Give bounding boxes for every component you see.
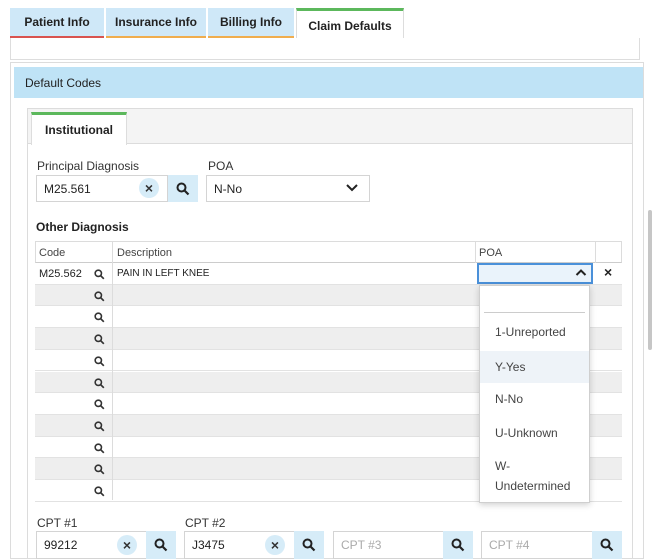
search-cpt2-button[interactable] [294, 531, 324, 559]
poa-option-no[interactable]: N-No [480, 386, 589, 412]
column-divider [112, 241, 113, 500]
search-cpt4-button[interactable] [592, 531, 622, 559]
poa-dropdown-menu: 1-Unreported Y-Yes N-No U-Unknown W- Und… [479, 285, 590, 503]
tab-institutional[interactable]: Institutional [31, 112, 127, 145]
option-label: Y-Yes [495, 360, 526, 374]
search-icon [94, 421, 105, 432]
cpt1-value: 99212 [44, 538, 78, 552]
row-code-search-button[interactable] [94, 267, 105, 285]
page-scrollbar[interactable] [648, 210, 652, 350]
poa-option-yes[interactable]: Y-Yes [480, 351, 589, 383]
search-icon [94, 464, 105, 475]
search-icon [94, 291, 105, 302]
poa-option-unknown[interactable]: U-Unknown [480, 420, 589, 446]
principal-poa-value: N-No [214, 181, 243, 196]
clear-cpt2-button[interactable]: × [265, 535, 285, 555]
header-code: Code [39, 247, 66, 259]
row-code-search-button[interactable] [94, 484, 105, 502]
poa-label: POA [208, 159, 234, 173]
clear-principal-button[interactable]: × [139, 178, 159, 198]
chevron-down-icon [346, 184, 358, 192]
section-title: Default Codes [25, 75, 102, 90]
search-icon [94, 269, 105, 280]
search-cpt3-button[interactable] [443, 531, 473, 559]
cpt4-placeholder: CPT #4 [489, 538, 530, 552]
column-divider [475, 241, 476, 263]
search-cpt1-button[interactable] [146, 531, 176, 559]
search-principal-button[interactable] [168, 175, 198, 202]
search-icon [451, 538, 465, 552]
search-icon [94, 312, 105, 323]
option-label: N-No [495, 392, 524, 406]
tab-content-frame [10, 38, 640, 60]
other-diagnosis-title: Other Diagnosis [36, 220, 129, 234]
search-icon [94, 486, 105, 497]
search-icon [94, 334, 105, 345]
row-code-search-button[interactable] [94, 397, 105, 415]
row-code: M25.562 [39, 268, 82, 280]
principal-diagnosis-value: M25.561 [44, 181, 91, 196]
search-icon [94, 442, 105, 454]
row-code-search-button[interactable] [94, 376, 105, 394]
option-label: 1-Unreported [495, 325, 566, 339]
search-icon [302, 538, 316, 552]
section-header: Default Codes [14, 67, 643, 98]
column-divider [595, 241, 596, 263]
dropdown-filter-input[interactable] [484, 290, 585, 313]
cpt3-placeholder: CPT #3 [341, 538, 382, 552]
close-icon: × [604, 264, 613, 280]
tab-bar: Patient Info Insurance Info Billing Info… [10, 8, 640, 41]
row-code-search-button[interactable] [94, 462, 105, 480]
row-code-search-button[interactable] [94, 332, 105, 350]
search-icon [94, 377, 105, 388]
cpt2-label: CPT #2 [185, 516, 226, 530]
tab-label: Patient Info [24, 15, 90, 29]
principal-diagnosis-label: Principal Diagnosis [37, 159, 140, 173]
tab-patient-info[interactable]: Patient Info [10, 8, 104, 39]
row-code-search-button[interactable] [94, 441, 105, 459]
chevron-up-icon [575, 269, 587, 276]
tab-label: Institutional [45, 123, 113, 137]
poa-option-undetermined[interactable]: W- Undetermined [480, 456, 589, 496]
row-code-search-button[interactable] [94, 310, 105, 328]
remove-row-button[interactable]: × [604, 264, 612, 280]
poa-option-unreported[interactable]: 1-Unreported [480, 319, 589, 345]
tab-label: Claim Defaults [308, 19, 392, 33]
tab-billing-info[interactable]: Billing Info [208, 8, 294, 39]
tab-label: Insurance Info [114, 15, 197, 29]
tab-claim-defaults[interactable]: Claim Defaults [296, 8, 404, 41]
row-code-search-button[interactable] [94, 289, 105, 307]
option-label: U-Unknown [495, 426, 558, 440]
search-icon [154, 538, 168, 552]
search-icon [94, 356, 105, 367]
row-code-search-button[interactable] [94, 419, 105, 437]
header-poa: POA [479, 247, 503, 259]
header-description: Description [117, 247, 173, 259]
tab-insurance-info[interactable]: Insurance Info [106, 8, 206, 39]
row-code-search-button[interactable] [94, 354, 105, 372]
cpt1-label: CPT #1 [37, 516, 78, 530]
search-icon [176, 182, 190, 195]
close-icon: × [144, 180, 154, 196]
close-icon: × [270, 537, 280, 553]
option-label: W- Undetermined [495, 459, 571, 493]
clear-cpt1-button[interactable]: × [117, 535, 137, 555]
search-icon [600, 538, 614, 552]
cpt2-value: J3475 [192, 538, 225, 552]
search-icon [94, 399, 105, 410]
close-icon: × [122, 537, 132, 553]
row-description: PAIN IN LEFT KNEE [117, 268, 210, 279]
tab-label: Billing Info [220, 15, 282, 29]
